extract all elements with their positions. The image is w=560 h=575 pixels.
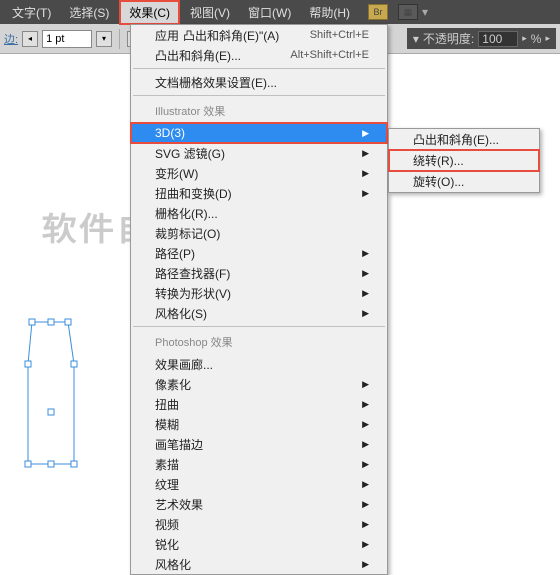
3d-submenu: 凸出和斜角(E)... 绕转(R)... 旋转(O)... <box>388 128 540 193</box>
opacity-input[interactable] <box>478 31 518 47</box>
menu-effect-gallery[interactable]: 效果画廊... <box>131 354 387 374</box>
selected-path[interactable] <box>20 314 80 474</box>
opacity-dropdown[interactable]: ▸ <box>545 33 550 44</box>
menu-rasterize[interactable]: 栅格化(R)... <box>131 203 387 223</box>
menubar: 文字(T) 选择(S) 效果(C) 视图(V) 窗口(W) 帮助(H) Br ▦… <box>0 0 560 24</box>
percent-label: % <box>531 32 542 46</box>
menu-extrude-options[interactable]: 凸出和斜角(E)...Alt+Shift+Ctrl+E <box>131 45 387 65</box>
menu-effect[interactable]: 效果(C) <box>119 0 180 25</box>
submenu-extrude-bevel[interactable]: 凸出和斜角(E)... <box>389 129 539 150</box>
opacity-stepper[interactable]: ▸ <box>522 33 527 44</box>
submenu-arrow-icon: ▶ <box>362 128 369 139</box>
menu-brush-strokes[interactable]: 画笔描边▶ <box>131 434 387 454</box>
stroke-input[interactable] <box>42 30 92 48</box>
opacity-section: ▾ 不透明度: ▸ % ▸ <box>407 28 556 49</box>
menu-select[interactable]: 选择(S) <box>61 2 117 23</box>
menu-stylize-ps[interactable]: 风格化▶ <box>131 554 387 574</box>
menu-doc-raster[interactable]: 文档栅格效果设置(E)... <box>131 72 387 92</box>
menu-apply[interactable]: 应用Shift+Ctrl+E <box>131 25 387 45</box>
menu-stylize-ai[interactable]: 风格化(S)▶ <box>131 303 387 323</box>
separator <box>133 68 385 69</box>
menu-text[interactable]: 文字(T) <box>4 2 59 23</box>
dropdown-arrow-icon[interactable]: ▾ <box>422 5 428 19</box>
menu-video[interactable]: 视频▶ <box>131 514 387 534</box>
style-swatch[interactable]: ▾ <box>413 32 419 46</box>
submenu-revolve[interactable]: 绕转(R)... <box>389 150 539 171</box>
menu-warp[interactable]: 变形(W)▶ <box>131 163 387 183</box>
separator <box>133 95 385 96</box>
bridge-icon[interactable]: Br <box>368 4 388 20</box>
stroke-dropdown[interactable]: ▾ <box>96 31 112 47</box>
menu-sharpen[interactable]: 锐化▶ <box>131 534 387 554</box>
menu-pathfinder[interactable]: 路径查找器(F)▶ <box>131 263 387 283</box>
menu-distort-transform[interactable]: 扭曲和变换(D)▶ <box>131 183 387 203</box>
menu-texture[interactable]: 纹理▶ <box>131 474 387 494</box>
stroke-decrement[interactable]: ◂ <box>22 31 38 47</box>
arrange-icon[interactable]: ▦ <box>398 4 418 20</box>
menu-convert-shape[interactable]: 转换为形状(V)▶ <box>131 283 387 303</box>
stroke-label: 边: <box>4 31 18 47</box>
opacity-label: 不透明度: <box>423 30 474 47</box>
menu-3d[interactable]: 3D(3)▶ <box>131 123 387 143</box>
effect-dropdown: 应用Shift+Ctrl+E 凸出和斜角(E)"(A) 凸出和斜角(E)...A… <box>130 24 388 575</box>
separator <box>119 29 120 49</box>
menu-sketch[interactable]: 素描▶ <box>131 454 387 474</box>
menu-svg-filter[interactable]: SVG 滤镜(G)▶ <box>131 143 387 163</box>
menu-window[interactable]: 窗口(W) <box>240 2 299 23</box>
separator <box>133 326 385 327</box>
menu-crop-marks[interactable]: 裁剪标记(O) <box>131 223 387 243</box>
menu-artistic[interactable]: 艺术效果▶ <box>131 494 387 514</box>
menu-path[interactable]: 路径(P)▶ <box>131 243 387 263</box>
submenu-rotate[interactable]: 旋转(O)... <box>389 171 539 192</box>
menu-help[interactable]: 帮助(H) <box>301 2 358 23</box>
canvas[interactable]: 软件自学网 <box>0 54 130 501</box>
menu-distort[interactable]: 扭曲▶ <box>131 394 387 414</box>
menu-pixelate[interactable]: 像素化▶ <box>131 374 387 394</box>
menu-view[interactable]: 视图(V) <box>182 2 238 23</box>
illustrator-effects-header: Illustrator 效果 <box>131 99 387 123</box>
photoshop-effects-header: Photoshop 效果 <box>131 330 387 354</box>
menu-blur[interactable]: 模糊▶ <box>131 414 387 434</box>
